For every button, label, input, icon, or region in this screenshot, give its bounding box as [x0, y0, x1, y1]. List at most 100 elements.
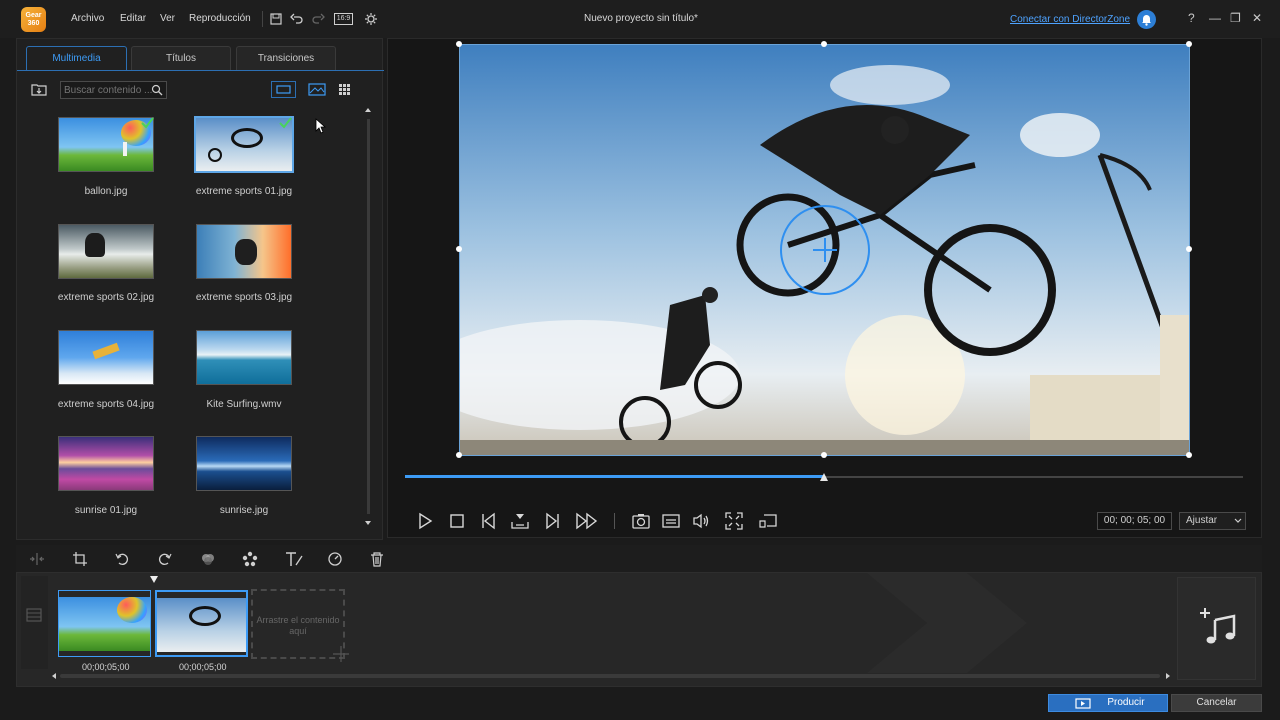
notification-button[interactable] — [1137, 10, 1156, 29]
clip-duration: 00;00;05;00 — [82, 662, 130, 672]
media-thumb-sunrise-01[interactable] — [58, 436, 154, 491]
view-toggle-group — [271, 81, 296, 98]
mouse-cursor-icon — [315, 118, 327, 134]
playhead-marker[interactable] — [149, 575, 159, 585]
rotate-right-icon[interactable] — [157, 551, 173, 567]
undo-icon[interactable] — [290, 12, 304, 26]
list-view-icon[interactable] — [272, 82, 295, 97]
split-icon[interactable] — [511, 512, 529, 530]
menu-reproduccion[interactable]: Reproducción — [189, 13, 251, 24]
music-note-icon — [1200, 608, 1236, 644]
menu-editar[interactable]: Editar — [120, 13, 146, 24]
resize-handle[interactable] — [456, 246, 462, 252]
bell-icon — [1142, 15, 1151, 26]
menu-ver[interactable]: Ver — [160, 13, 175, 24]
zoom-fit-dropdown[interactable]: Ajustar — [1179, 512, 1246, 530]
resize-handle[interactable] — [821, 452, 827, 458]
resize-handle[interactable] — [1186, 452, 1192, 458]
color-adjust-icon[interactable] — [200, 551, 216, 567]
scroll-down-icon[interactable] — [364, 519, 372, 527]
clip-duration: 00;00;05;00 — [179, 662, 227, 672]
media-thumb-ballon[interactable] — [58, 117, 154, 172]
preview-canvas[interactable] — [459, 44, 1190, 456]
import-folder-icon[interactable] — [31, 81, 47, 97]
balloons — [117, 597, 147, 623]
subtitles-icon[interactable] — [662, 512, 680, 530]
aspect-ratio-button[interactable]: 16:9 — [334, 13, 353, 25]
resize-handle[interactable] — [1186, 246, 1192, 252]
title-text-icon[interactable] — [284, 551, 304, 567]
media-thumb-sunrise[interactable] — [196, 436, 292, 491]
bike-silhouette-small — [208, 148, 222, 162]
directorzone-link[interactable]: Conectar con DirectorZone — [1010, 14, 1130, 25]
play-icon[interactable] — [416, 512, 434, 530]
menu-archivo[interactable]: Archivo — [71, 13, 104, 24]
resize-handle[interactable] — [1186, 41, 1192, 47]
split-clip-icon[interactable] — [29, 551, 45, 567]
cancel-button[interactable]: Cancelar — [1171, 694, 1262, 712]
title-bar: Gear 360 Archivo Editar Ver Reproducción… — [0, 0, 1280, 38]
close-button[interactable]: ✕ — [1252, 11, 1262, 25]
delete-icon[interactable] — [369, 551, 385, 567]
rider — [85, 233, 105, 257]
save-icon[interactable] — [269, 12, 283, 26]
media-label: extreme sports 03.jpg — [195, 292, 293, 303]
add-music-button[interactable] — [1177, 577, 1256, 680]
speed-icon[interactable] — [327, 551, 343, 567]
undock-icon[interactable] — [759, 512, 777, 530]
bike-silhouette — [189, 606, 221, 626]
minimize-button[interactable]: — — [1209, 11, 1221, 25]
resize-handle[interactable] — [821, 41, 827, 47]
fullscreen-icon[interactable] — [725, 512, 743, 530]
seek-progress — [405, 475, 824, 478]
media-label: extreme sports 01.jpg — [195, 186, 293, 197]
scroll-right-icon[interactable] — [1164, 672, 1172, 680]
media-label: extreme sports 02.jpg — [57, 292, 155, 303]
seek-handle[interactable] — [819, 472, 829, 482]
video-track-icon[interactable] — [26, 608, 42, 622]
timecode-display: 00; 00; 05; 00 — [1097, 512, 1172, 530]
stop-icon[interactable] — [448, 512, 466, 530]
tab-underline — [17, 70, 384, 71]
snapshot-icon[interactable] — [632, 512, 650, 530]
help-button[interactable]: ? — [1188, 11, 1195, 25]
divider — [614, 513, 615, 529]
scroll-up-icon[interactable] — [364, 106, 372, 114]
previous-frame-icon[interactable] — [480, 512, 498, 530]
bike-silhouette — [231, 128, 263, 148]
crop-icon[interactable] — [72, 551, 88, 567]
media-thumb-extreme-03[interactable] — [196, 224, 292, 279]
media-thumb-extreme-04[interactable] — [58, 330, 154, 385]
timeline-scrollbar[interactable] — [60, 674, 1160, 678]
resize-handle[interactable] — [456, 452, 462, 458]
media-thumb-extreme-02[interactable] — [58, 224, 154, 279]
skater — [235, 239, 257, 265]
effects-icon[interactable] — [242, 551, 258, 567]
timeline-clip-1[interactable] — [58, 590, 151, 657]
media-thumb-kite-surfing[interactable] — [196, 330, 292, 385]
plus-icon — [333, 646, 349, 662]
tab-multimedia[interactable]: Multimedia — [26, 46, 127, 70]
search-icon[interactable] — [151, 84, 163, 96]
zoom-fit-label: Ajustar — [1186, 515, 1218, 526]
tab-transiciones[interactable]: Transiciones — [236, 46, 336, 70]
timeline-dropzone[interactable]: Arrastre el contenido aquí — [251, 589, 345, 659]
media-label: sunrise.jpg — [219, 505, 269, 516]
produce-button[interactable]: Producir — [1048, 694, 1168, 712]
next-frame-icon[interactable] — [543, 512, 561, 530]
thumbnail-view-icon[interactable] — [306, 82, 328, 97]
tab-titulos[interactable]: Títulos — [131, 46, 231, 70]
fast-forward-icon[interactable] — [575, 512, 599, 530]
redo-icon[interactable] — [311, 12, 325, 26]
library-scrollbar[interactable] — [367, 119, 370, 514]
resize-handle[interactable] — [456, 41, 462, 47]
timeline-clip-2[interactable] — [155, 590, 248, 657]
rotate-left-icon[interactable] — [114, 551, 130, 567]
settings-icon[interactable] — [364, 12, 378, 26]
volume-icon[interactable] — [692, 512, 710, 530]
divider — [262, 11, 263, 27]
scroll-left-icon[interactable] — [50, 672, 58, 680]
skydiver — [92, 342, 120, 360]
grid-view-icon[interactable] — [338, 83, 351, 96]
restore-button[interactable]: ❐ — [1230, 11, 1241, 25]
